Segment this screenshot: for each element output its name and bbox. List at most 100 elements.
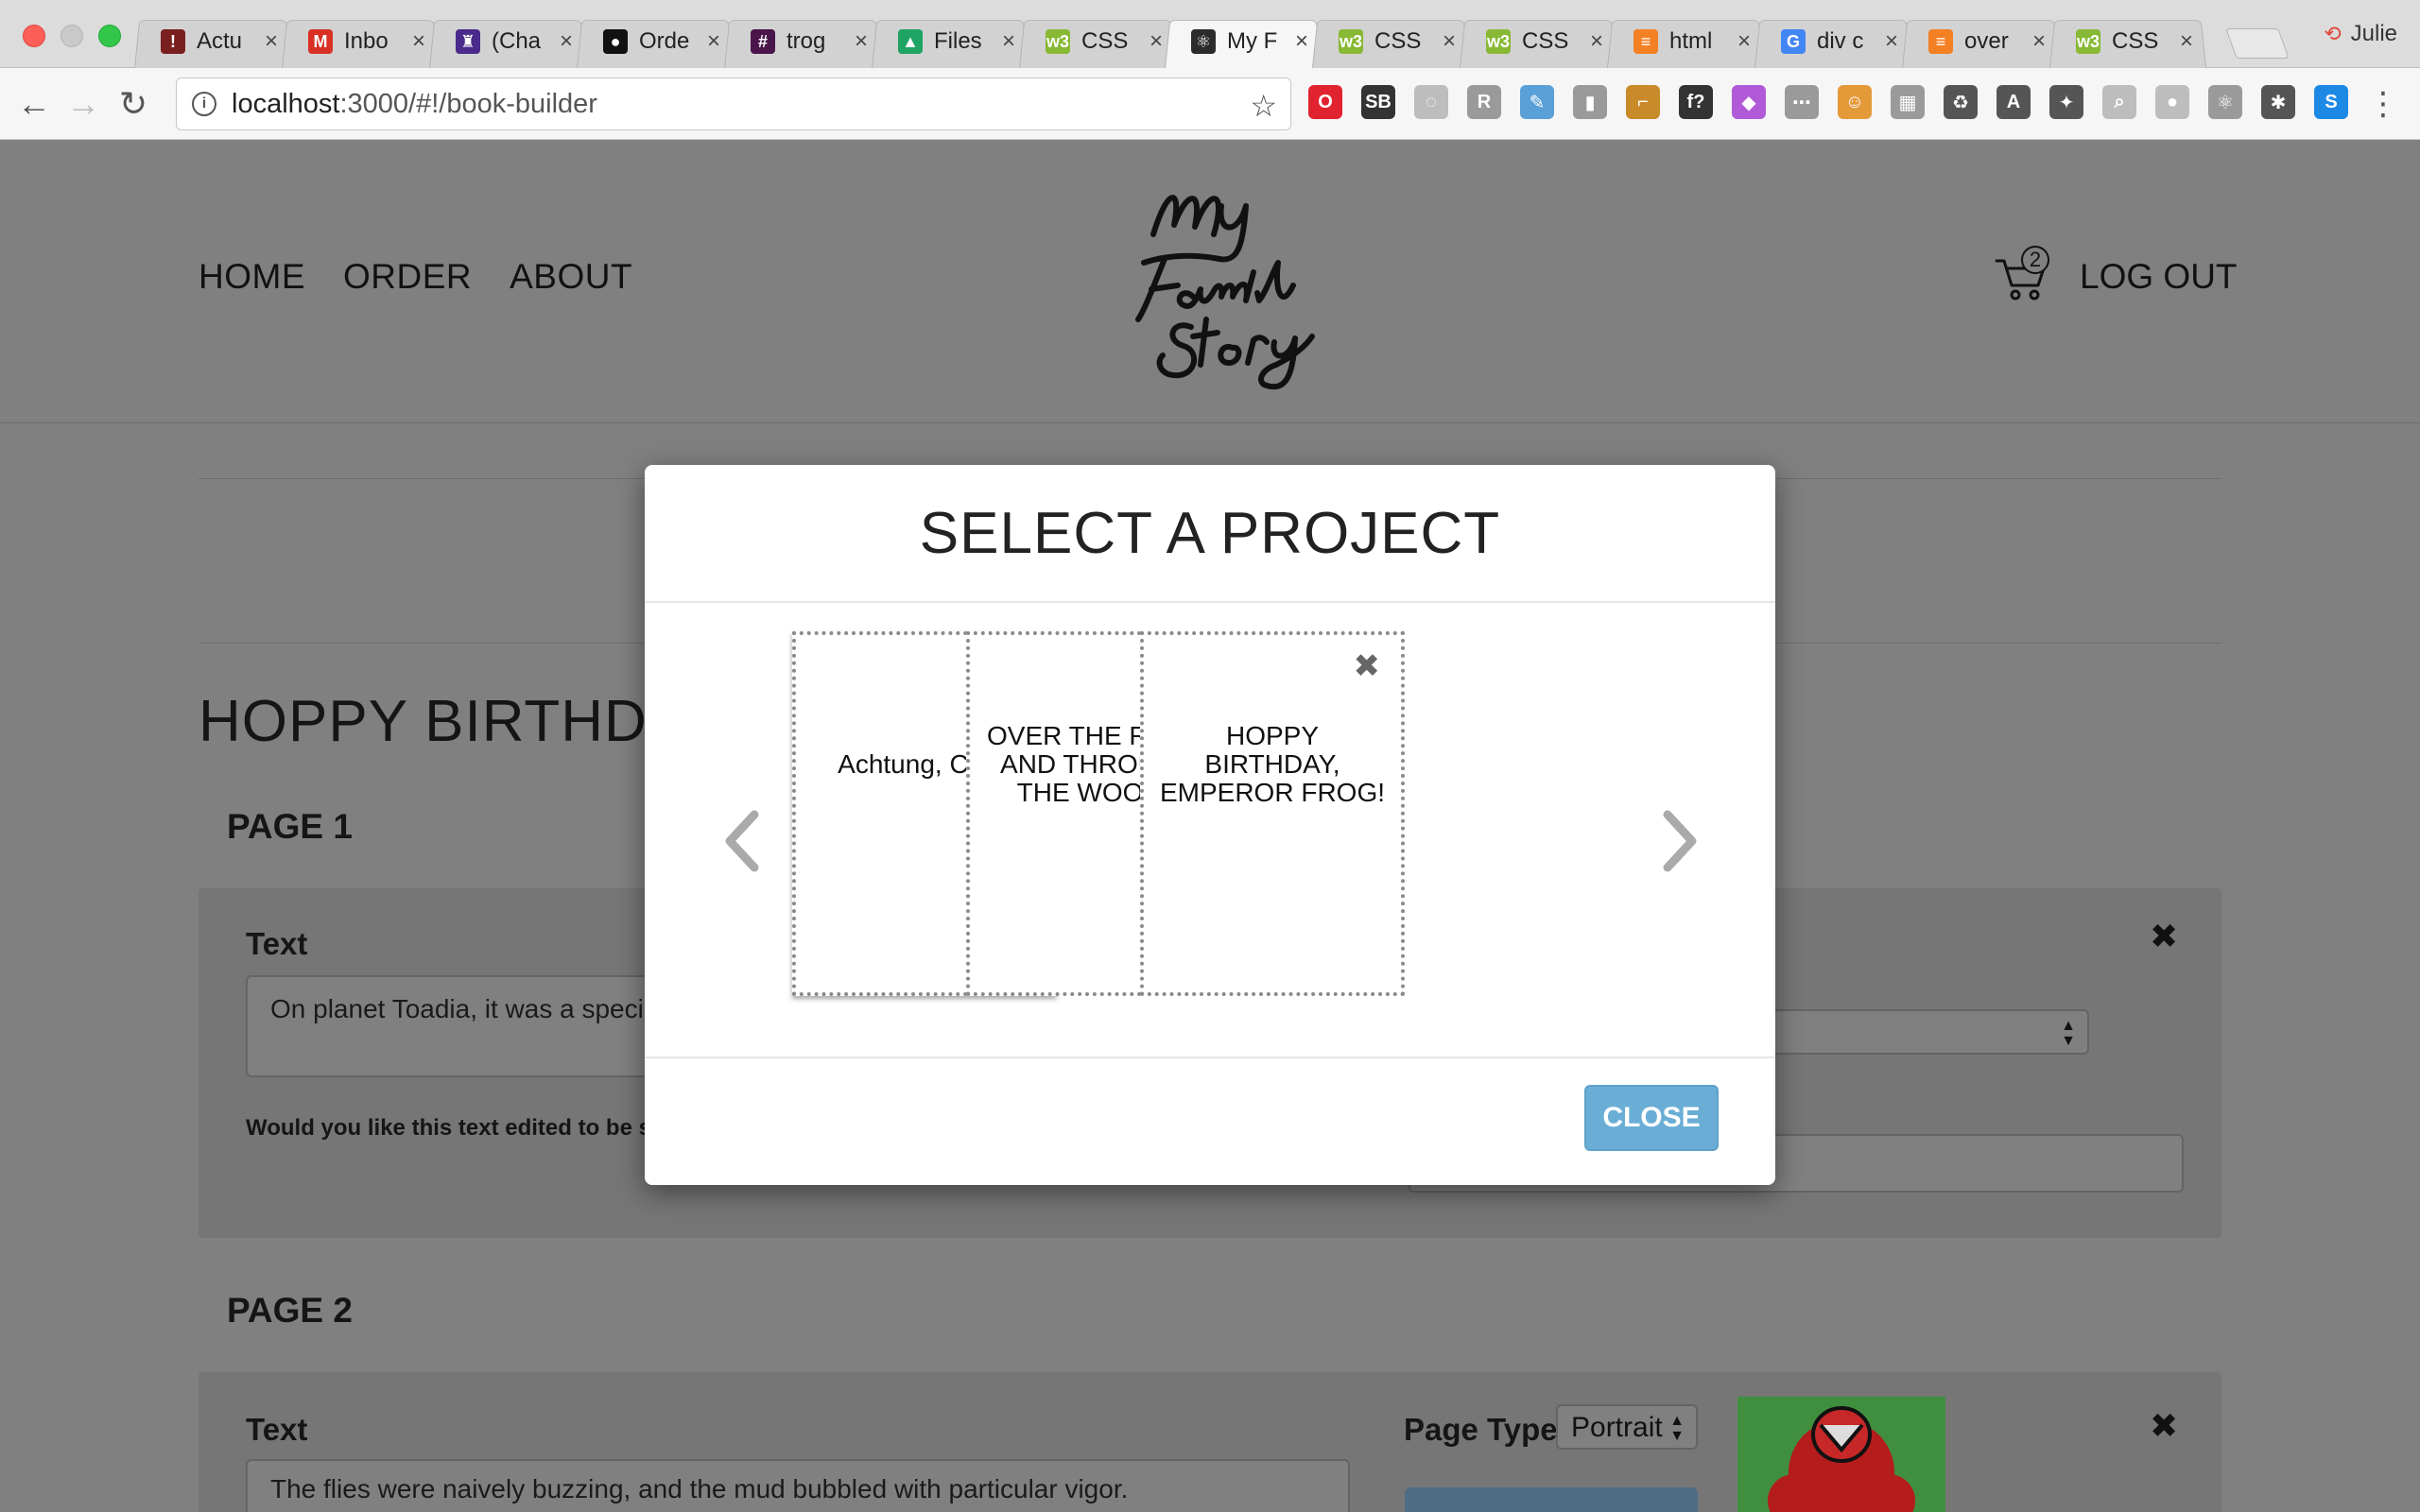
modal-footer: CLOSE [645, 1057, 1775, 1185]
page-2-card: Text The flies were naively buzzing, and… [199, 1372, 2221, 1512]
reload-icon: ↻ [119, 84, 148, 123]
tab-close-icon[interactable]: × [2180, 28, 2193, 55]
tab-title: Actu [197, 28, 243, 54]
browser-tab[interactable]: ≡ over × [1902, 15, 2059, 68]
tab-title: div c [1817, 28, 1864, 54]
browser-tab[interactable]: w3 CSS × [2049, 15, 2206, 68]
nav-order-link[interactable]: ORDER [343, 257, 472, 297]
tab-close-icon[interactable]: × [412, 28, 425, 55]
logout-link[interactable]: LOG OUT [2080, 257, 2238, 297]
tab-close-icon[interactable]: × [265, 28, 278, 55]
layout-icon[interactable]: ▦ [1891, 85, 1925, 119]
tab-close-icon[interactable]: × [1443, 28, 1456, 55]
window-zoom-button[interactable] [98, 25, 121, 47]
tab-close-icon[interactable]: × [1885, 28, 1898, 55]
site-nav: HOME ORDER ABOUT [199, 257, 632, 297]
paint-icon[interactable]: ◆ [1732, 85, 1766, 119]
browser-tab[interactable]: ≡ html × [1607, 15, 1764, 68]
browser-tab[interactable]: ! Actu × [134, 15, 291, 68]
sb-icon[interactable]: SB [1361, 85, 1395, 119]
my-family-story-logo[interactable] [1115, 168, 1323, 395]
r-icon[interactable]: R [1467, 85, 1501, 119]
browser-tab[interactable]: w3 CSS × [1019, 15, 1176, 68]
reload-button[interactable]: ↻ [119, 85, 147, 123]
page-1-page-type-select[interactable]: ▲ ▼ [1739, 1009, 2089, 1055]
nav-about-link[interactable]: ABOUT [510, 257, 632, 297]
tab-close-icon[interactable]: × [1002, 28, 1015, 55]
browser-tab[interactable]: # trog × [724, 15, 881, 68]
browser-tab[interactable]: ♜ (Cha × [429, 15, 586, 68]
close-button[interactable]: CLOSE [1584, 1085, 1719, 1151]
angular-icon[interactable]: A [1996, 85, 2031, 119]
page-2-text-input[interactable]: The flies were naively buzzing, and the … [246, 1459, 1350, 1512]
browser-tab[interactable]: ● Orde × [577, 15, 734, 68]
carousel-prev-button[interactable] [720, 807, 762, 875]
bookmark-star-icon[interactable]: ☆ [1250, 88, 1277, 124]
tab-title: CSS [2112, 28, 2159, 54]
profile-button[interactable]: ⟲ Julie [2324, 21, 2397, 47]
page-1-text-label: Text [246, 926, 308, 961]
delete-project-icon[interactable]: ✖ [1354, 650, 1381, 682]
chevron-left-icon [725, 810, 759, 872]
delete-page-2-icon[interactable]: ✖ [2150, 1406, 2178, 1446]
browser-tab[interactable]: ▲ Files × [872, 15, 1028, 68]
browser-tab[interactable]: Gdiv c × [1754, 15, 1911, 68]
bug-icon[interactable]: ✱ [2261, 85, 2295, 119]
magnifier-icon[interactable]: ⌕ [2102, 85, 2136, 119]
tab-close-icon[interactable]: × [560, 28, 573, 55]
address-bar[interactable]: i localhost:3000/#!/book-builder ☆ [176, 77, 1291, 130]
tab-title: over [1964, 28, 2009, 54]
tab-close-icon[interactable]: × [707, 28, 720, 55]
nav-home-link[interactable]: HOME [199, 257, 305, 297]
tab-close-icon[interactable]: × [1737, 28, 1751, 55]
carousel-next-button[interactable] [1660, 807, 1702, 875]
info-icon[interactable]: i [192, 92, 216, 116]
tab-close-icon[interactable]: × [1590, 28, 1603, 55]
tab-favicon-icon: M [308, 29, 333, 54]
new-tab-button[interactable] [2225, 28, 2290, 59]
chevron-right-icon [1663, 810, 1697, 872]
tab-close-icon[interactable]: × [2032, 28, 2046, 55]
page-2-image-thumbnail[interactable] [1737, 1397, 1945, 1512]
pin-icon[interactable]: ● [2155, 85, 2189, 119]
lightbulb-icon[interactable]: ✦ [2049, 85, 2083, 119]
tab-favicon-icon: w3 [2076, 29, 2100, 54]
forward-button[interactable]: → [66, 85, 100, 123]
browser-tab[interactable]: w3 CSS × [1312, 15, 1469, 68]
window-minimize-button[interactable] [60, 25, 83, 47]
delete-page-1-icon[interactable]: ✖ [2150, 917, 2178, 956]
page-2-upload-button[interactable] [1405, 1487, 1698, 1512]
modal-title: SELECT A PROJECT [919, 500, 1501, 566]
kebab-menu-icon: ⋮ [2367, 86, 2399, 122]
tab-title: CSS [1374, 28, 1422, 54]
tab-close-icon[interactable]: × [1150, 28, 1163, 55]
page-2-page-type-label: Page Type [1404, 1412, 1558, 1447]
select-arrows-icon: ▲ ▼ [2061, 1018, 2076, 1049]
cart-count-badge: 2 [2021, 246, 2049, 274]
s-icon[interactable]: S [2314, 85, 2348, 119]
recycle-icon[interactable]: ♻ [1944, 85, 1978, 119]
browser-menu-button[interactable]: ⋮ [2367, 85, 2399, 123]
arrow-left-icon: ← [17, 84, 51, 123]
tab-title: html [1669, 28, 1713, 54]
tab-close-icon[interactable]: × [1295, 28, 1308, 55]
page-2-heading: PAGE 2 [227, 1291, 353, 1330]
angle-ruler-icon[interactable]: ⌐ [1626, 85, 1660, 119]
back-button[interactable]: ← [17, 85, 51, 123]
font-icon[interactable]: f? [1679, 85, 1713, 119]
swirl-icon[interactable]: ◌ [1414, 85, 1448, 119]
ruler-icon[interactable]: ▮ [1573, 85, 1607, 119]
react-icon[interactable]: ⚛ [2208, 85, 2242, 119]
eyedropper-icon[interactable]: ✎ [1520, 85, 1554, 119]
browser-tab[interactable]: M Inbo × [282, 15, 439, 68]
code-icon[interactable]: ⋯ [1785, 85, 1819, 119]
window-close-button[interactable] [23, 25, 45, 47]
page-2-page-type-select[interactable]: Portrait ▲ ▼ [1556, 1404, 1698, 1450]
opera-icon[interactable]: O [1308, 85, 1342, 119]
project-card[interactable]: ✖ HOPPY BIRTHDAY, EMPEROR FROG! [1140, 631, 1405, 996]
browser-tab[interactable]: ⚛ My F × [1165, 15, 1322, 68]
frog-illustration [1737, 1397, 1945, 1512]
browser-tab[interactable]: w3 CSS × [1460, 15, 1616, 68]
face-icon[interactable]: ☺ [1838, 85, 1872, 119]
tab-close-icon[interactable]: × [855, 28, 868, 55]
